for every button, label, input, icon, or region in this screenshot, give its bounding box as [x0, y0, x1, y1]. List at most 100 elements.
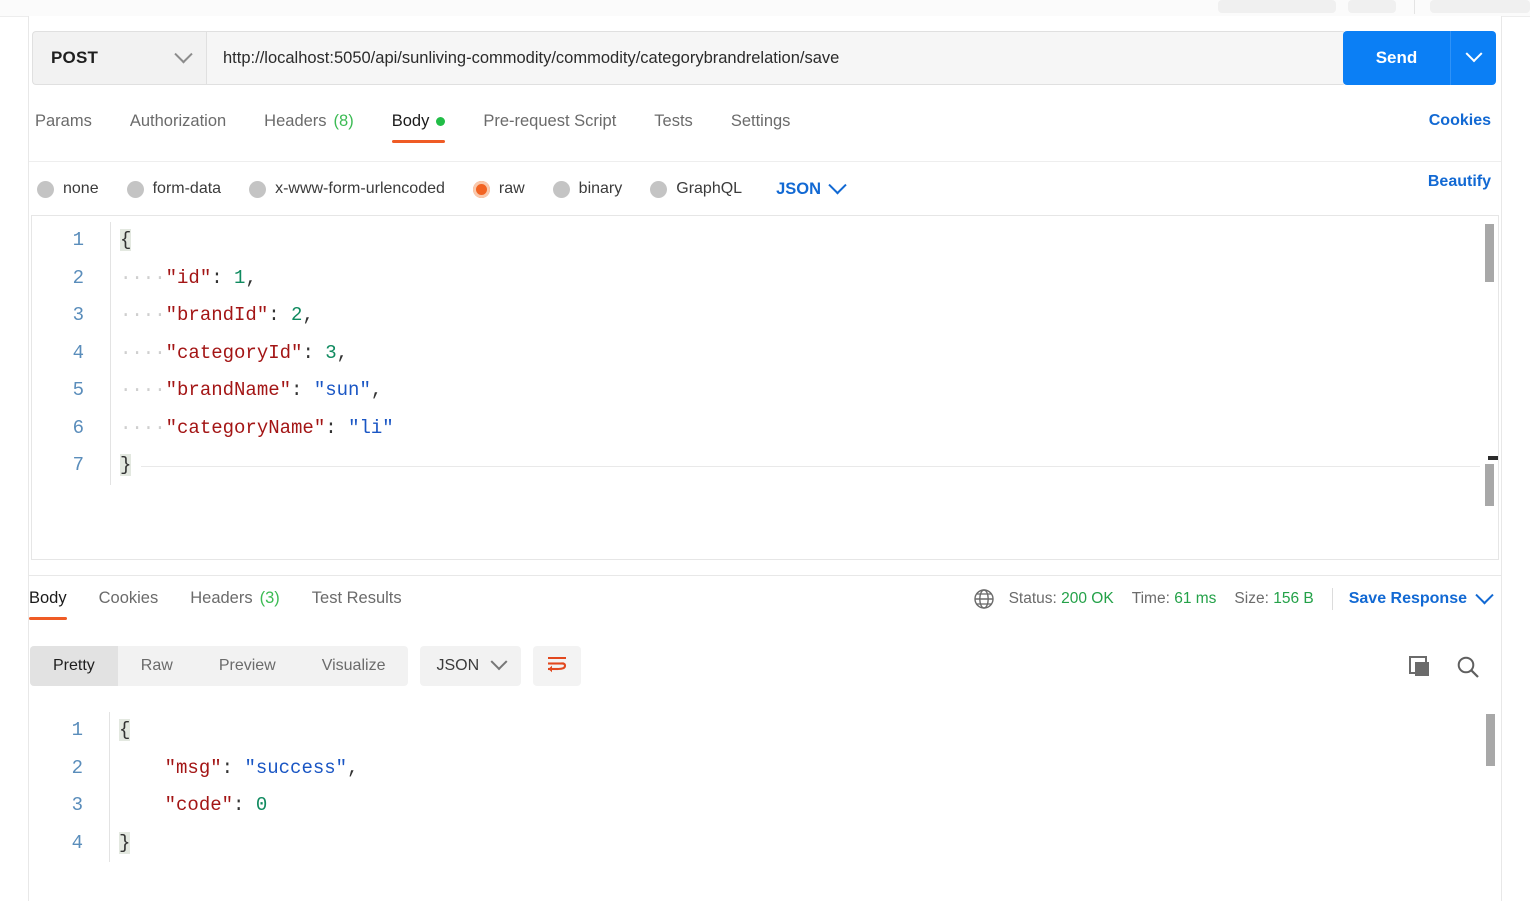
tab-count: (8): [333, 112, 354, 130]
response-body-viewer[interactable]: 1 {2 "msg": "success", 3 "code": 0 4}: [31, 706, 1499, 896]
code-line: 2 "msg": "success",: [31, 749, 1499, 787]
http-method-label: POST: [51, 48, 99, 67]
toolbar-divider: [1414, 0, 1415, 14]
url-bar-row: POST http://localhost:5050/api/sunliving…: [32, 31, 1496, 85]
radio-icon: [552, 180, 570, 198]
line-number: 7: [72, 454, 84, 476]
radio-icon: [472, 180, 490, 198]
radio-label: none: [63, 180, 99, 197]
request-editor-vscrollbar-lower[interactable]: [1485, 464, 1494, 506]
request-body-editor[interactable]: 1{2 ····"id": 1, 3 ····"brandId": 2, 4 ····"c…: [31, 215, 1499, 560]
top-toolbar-strip: [0, 0, 1530, 17]
request-tab-settings[interactable]: Settings: [731, 109, 791, 143]
line-number: 1: [71, 719, 83, 741]
code-line: 2 ····"id": 1,: [32, 259, 1498, 297]
body-type-radio-group: none form-data x-www-form-urlencoded raw bin…: [37, 171, 847, 207]
tab-label: Body: [29, 589, 67, 607]
code-line: 6 ····"categoryName": "li": [32, 409, 1498, 447]
request-tab-headers[interactable]: Headers (8): [264, 109, 354, 143]
code-line: 3 "code": 0: [31, 787, 1499, 825]
chevron-down-icon: [174, 44, 193, 63]
save-response-button[interactable]: Save Response: [1349, 585, 1494, 608]
request-tab-tests[interactable]: Tests: [654, 109, 693, 143]
tab-count: (3): [259, 589, 280, 607]
send-options-button[interactable]: [1450, 31, 1496, 85]
radio-icon: [650, 180, 668, 198]
cookies-link[interactable]: Cookies: [1429, 112, 1491, 130]
body-type-binary[interactable]: binary: [552, 180, 622, 198]
code-line: 3 ····"brandId": 2,: [32, 297, 1498, 335]
beautify-link[interactable]: Beautify: [1428, 173, 1491, 191]
response-body-code: 1 {2 "msg": "success", 3 "code": 0 4}: [31, 706, 1499, 862]
line-number: 6: [72, 416, 84, 439]
code-text: ····"brandName": "sun",: [120, 379, 383, 401]
response-status-bar: Status: 200 OK Time: 61 ms Size: 156 B S…: [973, 585, 1494, 610]
body-type-form-data[interactable]: form-data: [126, 180, 221, 198]
url-text: http://localhost:5050/api/sunliving-comm…: [223, 48, 840, 67]
radio-icon: [37, 180, 54, 198]
chevron-down-icon: [1475, 585, 1494, 604]
line-number: 5: [72, 379, 84, 401]
tab-label: Tests: [654, 112, 693, 130]
request-response-panel: POST http://localhost:5050/api/sunliving…: [28, 16, 1502, 901]
request-editor-hscrollbar[interactable]: [1488, 456, 1498, 460]
raw-format-label: JSON: [776, 179, 821, 198]
response-time: Time: 61 ms: [1131, 590, 1217, 607]
code-text: ····"categoryName": "li": [120, 416, 394, 439]
response-size: Size: 156 B: [1234, 590, 1314, 607]
tab-label: Test Results: [311, 589, 402, 607]
raw-format-dropdown[interactable]: JSON: [776, 175, 847, 199]
body-type-x-www-form-urlencoded[interactable]: x-www-form-urlencoded: [249, 180, 445, 198]
code-text: ····"id": 1,: [120, 266, 257, 289]
request-tab-body[interactable]: Body: [391, 109, 446, 143]
view-mode-visualize[interactable]: Visualize: [299, 646, 409, 686]
body-type-raw[interactable]: raw: [472, 180, 525, 198]
response-tab-headers[interactable]: Headers (3): [190, 586, 280, 620]
code-text: "code": 0: [164, 794, 268, 816]
response-tab-test-results[interactable]: Test Results: [312, 586, 402, 620]
code-text: {: [120, 229, 132, 251]
body-type-none[interactable]: none: [37, 180, 99, 198]
copy-icon[interactable]: [1407, 654, 1433, 680]
word-wrap-icon: [545, 653, 569, 680]
radio-icon: [249, 180, 267, 198]
response-viewer-vscrollbar[interactable]: [1486, 714, 1495, 766]
radio-label: x-www-form-urlencoded: [275, 180, 445, 197]
response-tab-body[interactable]: Body: [29, 586, 67, 620]
body-present-dot-icon: [436, 117, 446, 126]
code-text: {: [119, 719, 131, 741]
send-button[interactable]: Send: [1343, 31, 1450, 85]
http-method-dropdown[interactable]: POST: [32, 31, 206, 85]
view-mode-pretty[interactable]: Pretty: [30, 646, 118, 686]
request-tab-pre-request-script[interactable]: Pre-request Script: [483, 109, 616, 143]
toolbar-ghost-item-3: [1430, 0, 1530, 13]
status-code: Status: 200 OK: [1008, 590, 1114, 607]
response-tab-cookies[interactable]: Cookies: [99, 586, 159, 620]
code-line: 4 ····"categoryId": 3,: [32, 334, 1498, 372]
line-number: 3: [72, 304, 84, 326]
search-icon[interactable]: [1455, 654, 1481, 680]
response-actions: [1407, 654, 1481, 680]
code-text: ····"brandId": 2,: [120, 304, 314, 326]
send-button-group: Send: [1343, 31, 1496, 85]
radio-label: raw: [498, 180, 525, 197]
request-tab-params[interactable]: Params: [35, 109, 92, 143]
body-type-graphql[interactable]: GraphQL: [650, 180, 742, 198]
url-input[interactable]: http://localhost:5050/api/sunliving-comm…: [206, 31, 1346, 85]
response-section-divider: [29, 575, 1501, 576]
tab-label: Pre-request Script: [483, 112, 617, 130]
request-editor-vscrollbar[interactable]: [1485, 224, 1494, 282]
toolbar-ghost-item-2: [1348, 0, 1396, 13]
globe-icon: [973, 588, 995, 610]
code-line: 4}: [31, 824, 1499, 862]
tab-label: Cookies: [98, 589, 159, 607]
request-tab-authorization[interactable]: Authorization: [130, 109, 226, 143]
view-mode-raw[interactable]: Raw: [118, 646, 196, 686]
request-body-code: 1{2 ····"id": 1, 3 ····"brandId": 2, 4 ····"c…: [32, 216, 1498, 485]
code-line: 1{: [32, 222, 1498, 260]
word-wrap-button[interactable]: [533, 646, 582, 686]
request-tabs: Params Authorization Headers (8) Body Pre-req…: [35, 109, 828, 149]
response-format-dropdown[interactable]: JSON: [420, 646, 522, 686]
tab-label: Headers: [264, 112, 327, 130]
view-mode-preview[interactable]: Preview: [196, 646, 299, 686]
